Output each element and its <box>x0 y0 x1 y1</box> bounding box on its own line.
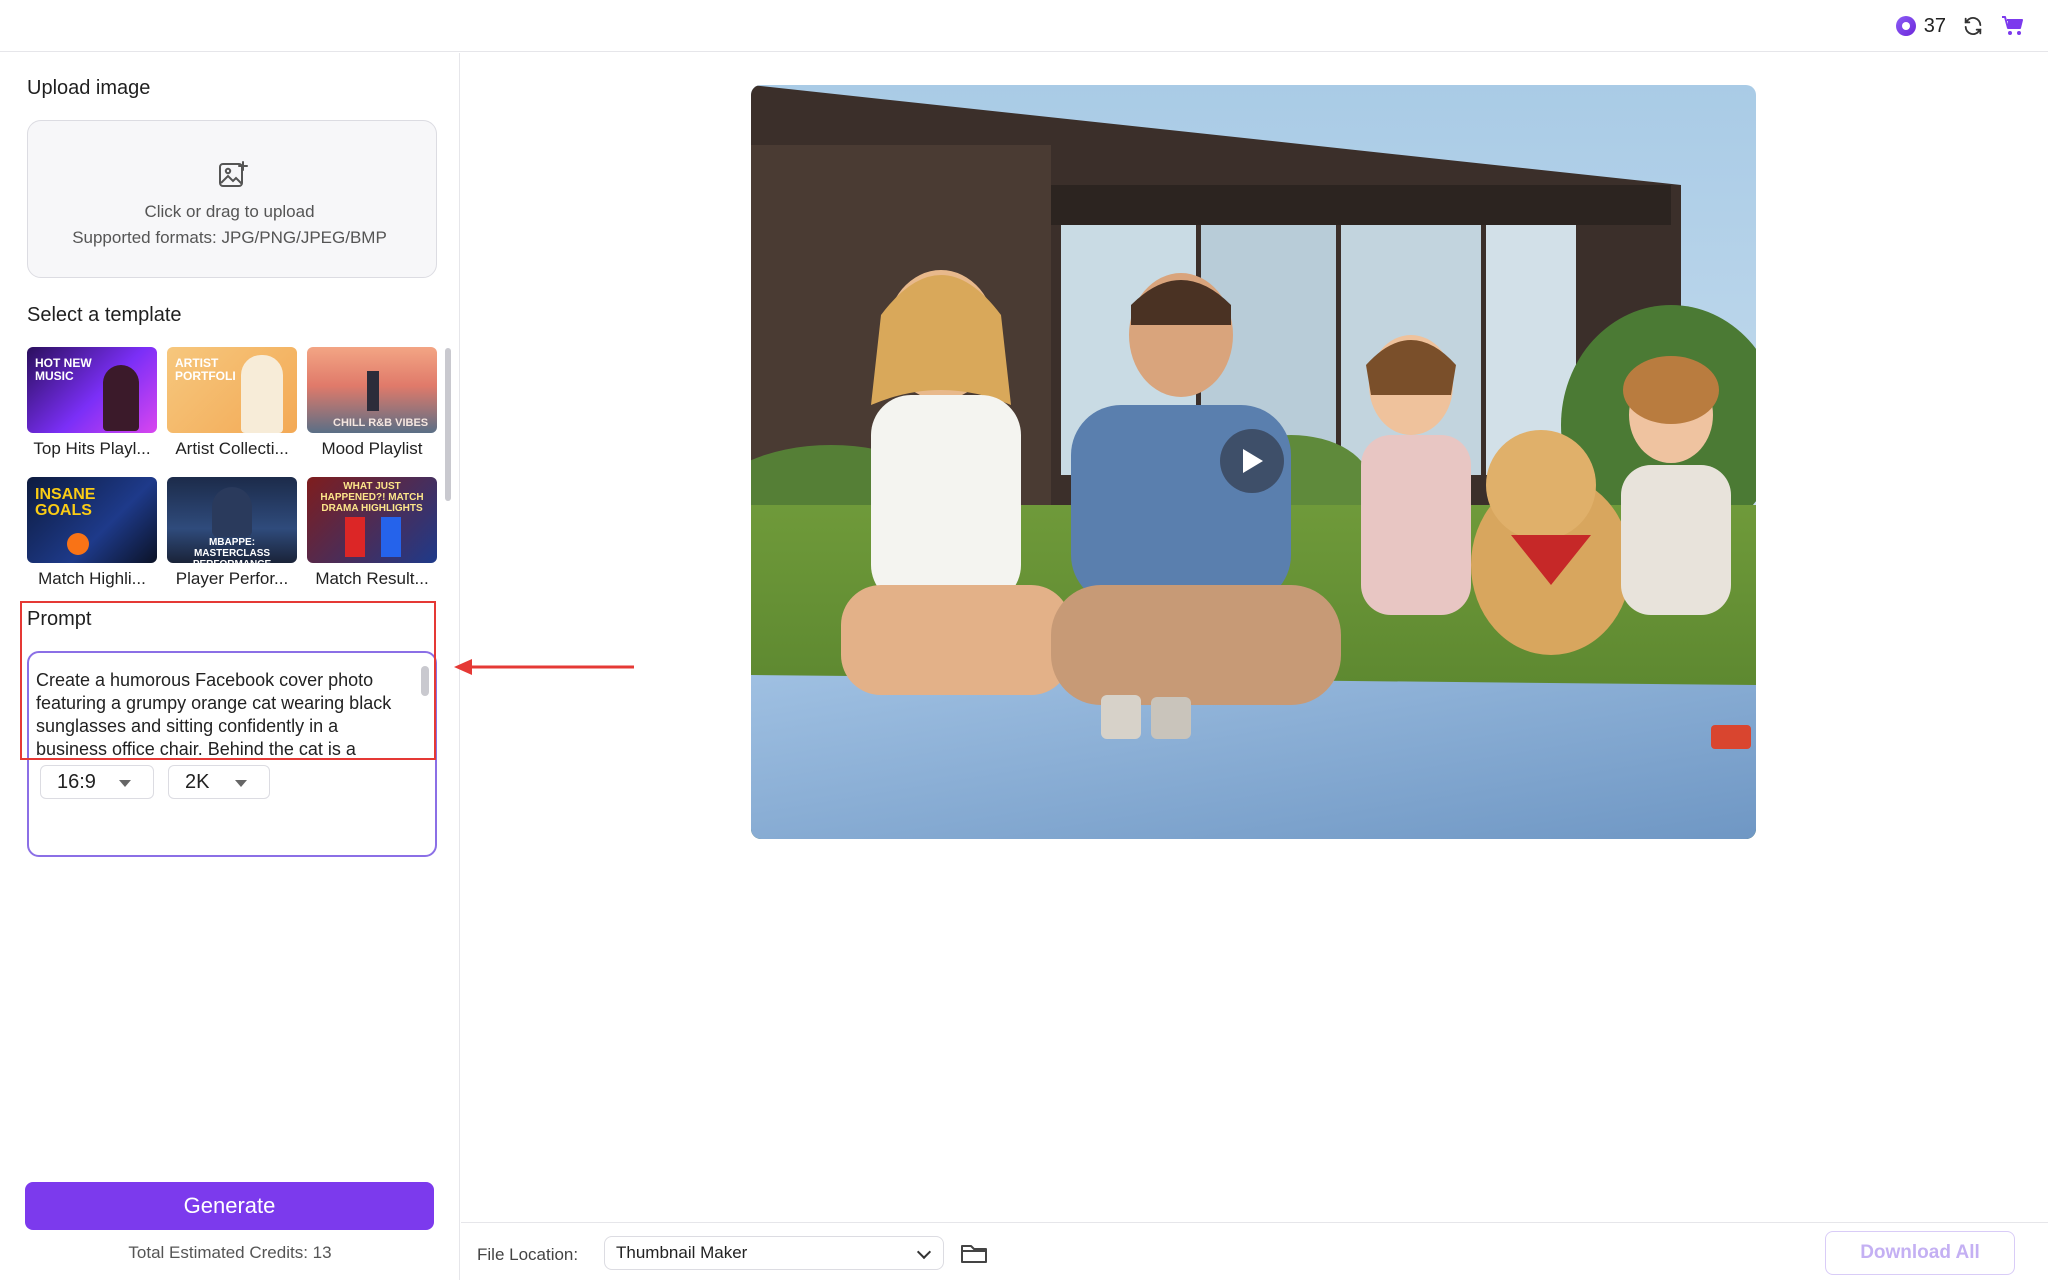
file-location-value: Thumbnail Maker <box>616 1243 748 1262</box>
left-panel: Upload image Click or drag to upload Sup… <box>0 53 460 1280</box>
thumb-text: MBAPPE: MASTERCLASS PERFORMANCE <box>193 537 271 563</box>
chevron-down-icon <box>916 1244 932 1260</box>
generate-button[interactable]: Generate <box>25 1182 434 1230</box>
file-location-label: File Location: <box>477 1245 579 1264</box>
template-thumbnail: MBAPPE: MASTERCLASS PERFORMANCE <box>167 477 297 563</box>
resolution-select[interactable]: 2K <box>168 765 270 799</box>
upload-main-text: Click or drag to upload <box>144 202 315 221</box>
upload-title: Upload image <box>27 77 151 99</box>
caret-down-icon <box>235 780 247 787</box>
upload-formats-text: Supported formats: JPG/PNG/JPEG/BMP <box>72 228 387 247</box>
play-icon <box>1243 449 1263 473</box>
thumb-text: ARTIST PORTFOLI <box>175 356 236 383</box>
template-thumbnail: INSANE GOALS <box>27 477 157 563</box>
template-label: Match Result... <box>315 569 429 588</box>
template-thumbnail: ARTIST PORTFOLI <box>167 347 297 433</box>
upload-dropzone[interactable] <box>27 120 437 278</box>
annotation-arrow-icon <box>454 659 634 675</box>
template-scrollbar-thumb[interactable] <box>445 348 451 501</box>
thumb-text: INSANE GOALS <box>35 486 96 519</box>
template-item-player-performance[interactable]: MBAPPE: MASTERCLASS PERFORMANCE Player P… <box>167 477 297 589</box>
template-title: Select a template <box>27 304 182 326</box>
refresh-icon[interactable] <box>1960 13 1986 39</box>
prompt-highlight-box <box>20 601 436 760</box>
template-scrollbar[interactable] <box>443 348 453 648</box>
template-item-artist-collection[interactable]: ARTIST PORTFOLI Artist Collecti... <box>167 347 297 459</box>
template-thumbnail: WHAT JUST HAPPENED?! MATCH DRAMA HIGHLIG… <box>307 477 437 563</box>
download-all-button[interactable]: Download All <box>1825 1231 2015 1275</box>
topbar-actions: 37 <box>1895 12 2026 40</box>
credit-count: 37 <box>1923 14 1946 37</box>
template-item-mood-playlist[interactable]: CHILL R&B VIBES Mood Playlist <box>307 347 437 459</box>
file-location-select[interactable]: Thumbnail Maker <box>604 1236 944 1270</box>
caret-down-icon <box>119 780 131 787</box>
thumb-text: HOT NEW MUSIC <box>35 356 92 383</box>
image-add-icon <box>219 161 248 187</box>
estimated-credits-text: Total Estimated Credits: 13 <box>128 1243 332 1262</box>
credit-gem-icon <box>1895 16 1916 36</box>
cart-icon[interactable] <box>2000 13 2026 39</box>
template-label: Top Hits Playl... <box>33 439 151 458</box>
template-thumbnail: CHILL R&B VIBES <box>307 347 437 433</box>
play-button[interactable] <box>1220 429 1284 493</box>
folder-icon[interactable] <box>960 1240 988 1266</box>
resolution-value: 2K <box>185 770 210 793</box>
template-item-match-result[interactable]: WHAT JUST HAPPENED?! MATCH DRAMA HIGHLIG… <box>307 477 437 589</box>
template-label: Player Perfor... <box>175 569 289 588</box>
thumb-text: WHAT JUST HAPPENED?! MATCH DRAMA HIGHLIG… <box>320 481 424 514</box>
template-label: Match Highli... <box>38 569 146 588</box>
aspect-ratio-value: 16:9 <box>57 770 96 793</box>
template-label: Artist Collecti... <box>175 439 289 458</box>
aspect-ratio-select[interactable]: 16:9 <box>40 765 154 799</box>
template-item-top-hits[interactable]: HOT NEW MUSIC Top Hits Playl... <box>27 347 157 459</box>
template-item-match-highlights[interactable]: INSANE GOALS Match Highli... <box>27 477 157 589</box>
template-label: Mood Playlist <box>321 439 423 458</box>
top-bar: 37 <box>0 0 2048 52</box>
template-thumbnail: HOT NEW MUSIC <box>27 347 157 433</box>
thumb-text: CHILL R&B VIBES <box>333 417 429 429</box>
bottom-bar: File Location: Thumbnail Maker Download … <box>461 1222 2048 1280</box>
